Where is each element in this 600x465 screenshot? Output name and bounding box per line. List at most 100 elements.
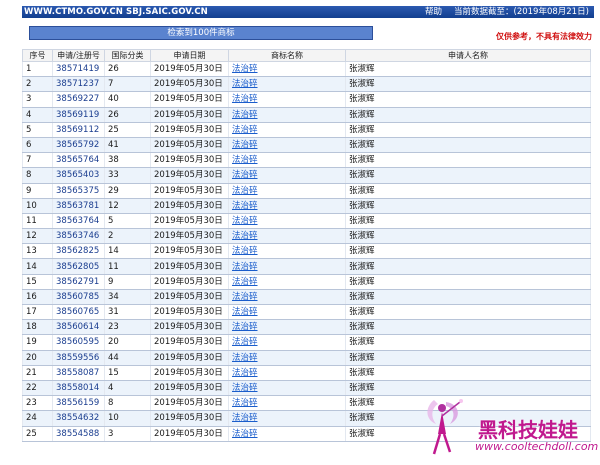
intl-class: 40 — [104, 91, 151, 108]
apply-date: 2019年05月30日 — [150, 167, 229, 184]
row-index: 4 — [22, 106, 53, 123]
reg-number-link[interactable]: 38558087 — [52, 364, 105, 381]
applicant-name: 张淑辉 — [345, 152, 591, 169]
reg-number-link[interactable]: 38563746 — [52, 228, 105, 245]
reg-number-link[interactable]: 38563764 — [52, 212, 105, 230]
mark-name-link[interactable]: 法治碎 — [228, 334, 346, 351]
apply-date: 2019年05月30日 — [150, 258, 229, 275]
applicant-name: 张淑辉 — [345, 288, 591, 306]
apply-date: 2019年05月30日 — [150, 152, 229, 169]
reg-number-link[interactable]: 38565403 — [52, 167, 105, 184]
reg-number-link[interactable]: 38560614 — [52, 319, 105, 336]
table-row: 2 38571237 7 2019年05月30日 法治碎 张淑辉 — [22, 76, 591, 93]
mark-name-link[interactable]: 法治碎 — [228, 60, 346, 78]
intl-class: 23 — [104, 319, 151, 336]
trademark-results-table: 序号 申请/注册号 国际分类 申请日期 商标名称 申请人名称 1 38571419… — [22, 49, 591, 442]
row-index: 9 — [22, 182, 53, 199]
reg-number-link[interactable]: 38559556 — [52, 349, 105, 366]
reg-number-link[interactable]: 38558014 — [52, 379, 105, 397]
applicant-name: 张淑辉 — [345, 334, 591, 351]
mark-name-link[interactable]: 法治碎 — [228, 76, 346, 93]
mark-name-link[interactable]: 法治碎 — [228, 410, 346, 427]
reg-number-link[interactable]: 38554588 — [52, 425, 105, 442]
column-header-reg-no: 申请/注册号 — [52, 49, 105, 62]
apply-date: 2019年05月30日 — [150, 395, 229, 412]
mark-name-link[interactable]: 法治碎 — [228, 288, 346, 306]
reg-number-link[interactable]: 38569227 — [52, 91, 105, 108]
intl-class: 25 — [104, 121, 151, 138]
watermark: 黑科技娃娃 www.cooltechdoll.com — [420, 394, 598, 462]
apply-date: 2019年05月30日 — [150, 60, 229, 78]
intl-class: 41 — [104, 136, 151, 154]
reg-number-link[interactable]: 38562805 — [52, 258, 105, 275]
reg-number-link[interactable]: 38565792 — [52, 136, 105, 154]
mark-name-link[interactable]: 法治碎 — [228, 152, 346, 169]
reg-number-link[interactable]: 38565764 — [52, 152, 105, 169]
row-index: 15 — [22, 273, 53, 290]
row-index: 8 — [22, 167, 53, 184]
table-row: 17 38560765 31 2019年05月30日 法治碎 张淑辉 — [22, 303, 591, 321]
reg-number-link[interactable]: 38562791 — [52, 273, 105, 290]
apply-date: 2019年05月30日 — [150, 136, 229, 154]
help-link[interactable]: 帮助 — [425, 6, 442, 18]
mark-name-link[interactable]: 法治碎 — [228, 136, 346, 154]
mark-name-link[interactable]: 法治碎 — [228, 379, 346, 397]
mark-name-link[interactable]: 法治碎 — [228, 258, 346, 275]
intl-class: 5 — [104, 212, 151, 230]
mark-name-link[interactable]: 法治碎 — [228, 425, 346, 442]
reg-number-link[interactable]: 38560765 — [52, 303, 105, 321]
reg-number-link[interactable]: 38563781 — [52, 197, 105, 214]
mark-name-link[interactable]: 法治碎 — [228, 91, 346, 108]
mark-name-link[interactable]: 法治碎 — [228, 212, 346, 230]
reg-number-link[interactable]: 38571419 — [52, 60, 105, 78]
table-row: 20 38559556 44 2019年05月30日 法治碎 张淑辉 — [22, 349, 591, 366]
site-header-bar: WWW.CTMO.GOV.CN SBJ.SAIC.GOV.CN 帮助 当前数据截… — [22, 6, 594, 18]
reg-number-link[interactable]: 38554632 — [52, 410, 105, 427]
reg-number-link[interactable]: 38560785 — [52, 288, 105, 306]
mark-name-link[interactable]: 法治碎 — [228, 197, 346, 214]
mark-name-link[interactable]: 法治碎 — [228, 243, 346, 260]
mark-name-link[interactable]: 法治碎 — [228, 303, 346, 321]
data-update-date: 当前数据截至：(2019年08月21日) — [454, 7, 589, 17]
mark-name-link[interactable]: 法治碎 — [228, 228, 346, 245]
mark-name-link[interactable]: 法治碎 — [228, 319, 346, 336]
mark-name-link[interactable]: 法治碎 — [228, 167, 346, 184]
row-index: 10 — [22, 197, 53, 214]
reg-number-link[interactable]: 38569112 — [52, 121, 105, 138]
mark-name-link[interactable]: 法治碎 — [228, 395, 346, 412]
applicant-name: 张淑辉 — [345, 273, 591, 290]
mark-name-link[interactable]: 法治碎 — [228, 349, 346, 366]
reg-number-link[interactable]: 38556159 — [52, 395, 105, 412]
intl-class: 34 — [104, 288, 151, 306]
mark-name-link[interactable]: 法治碎 — [228, 182, 346, 199]
table-row: 14 38562805 11 2019年05月30日 法治碎 张淑辉 — [22, 258, 591, 275]
table-row: 10 38563781 12 2019年05月30日 法治碎 张淑辉 — [22, 197, 591, 214]
apply-date: 2019年05月30日 — [150, 76, 229, 93]
row-index: 14 — [22, 258, 53, 275]
intl-class: 12 — [104, 197, 151, 214]
apply-date: 2019年05月30日 — [150, 212, 229, 230]
column-header-mark-name: 商标名称 — [228, 49, 346, 62]
table-row: 19 38560595 20 2019年05月30日 法治碎 张淑辉 — [22, 334, 591, 351]
mark-name-link[interactable]: 法治碎 — [228, 106, 346, 123]
apply-date: 2019年05月30日 — [150, 106, 229, 123]
row-index: 7 — [22, 152, 53, 169]
mark-name-link[interactable]: 法治碎 — [228, 121, 346, 138]
row-index: 2 — [22, 76, 53, 93]
mark-name-link[interactable]: 法治碎 — [228, 273, 346, 290]
applicant-name: 张淑辉 — [345, 197, 591, 214]
reg-number-link[interactable]: 38569119 — [52, 106, 105, 123]
mark-name-link[interactable]: 法治碎 — [228, 364, 346, 381]
table-row: 9 38565375 29 2019年05月30日 法治碎 张淑辉 — [22, 182, 591, 199]
intl-class: 14 — [104, 243, 151, 260]
reg-number-link[interactable]: 38560595 — [52, 334, 105, 351]
column-header-index: 序号 — [22, 49, 53, 62]
reg-number-link[interactable]: 38565375 — [52, 182, 105, 199]
intl-class: 3 — [104, 425, 151, 442]
row-index: 16 — [22, 288, 53, 306]
row-index: 17 — [22, 303, 53, 321]
apply-date: 2019年05月30日 — [150, 410, 229, 427]
reg-number-link[interactable]: 38562825 — [52, 243, 105, 260]
applicant-name: 张淑辉 — [345, 60, 591, 78]
reg-number-link[interactable]: 38571237 — [52, 76, 105, 93]
